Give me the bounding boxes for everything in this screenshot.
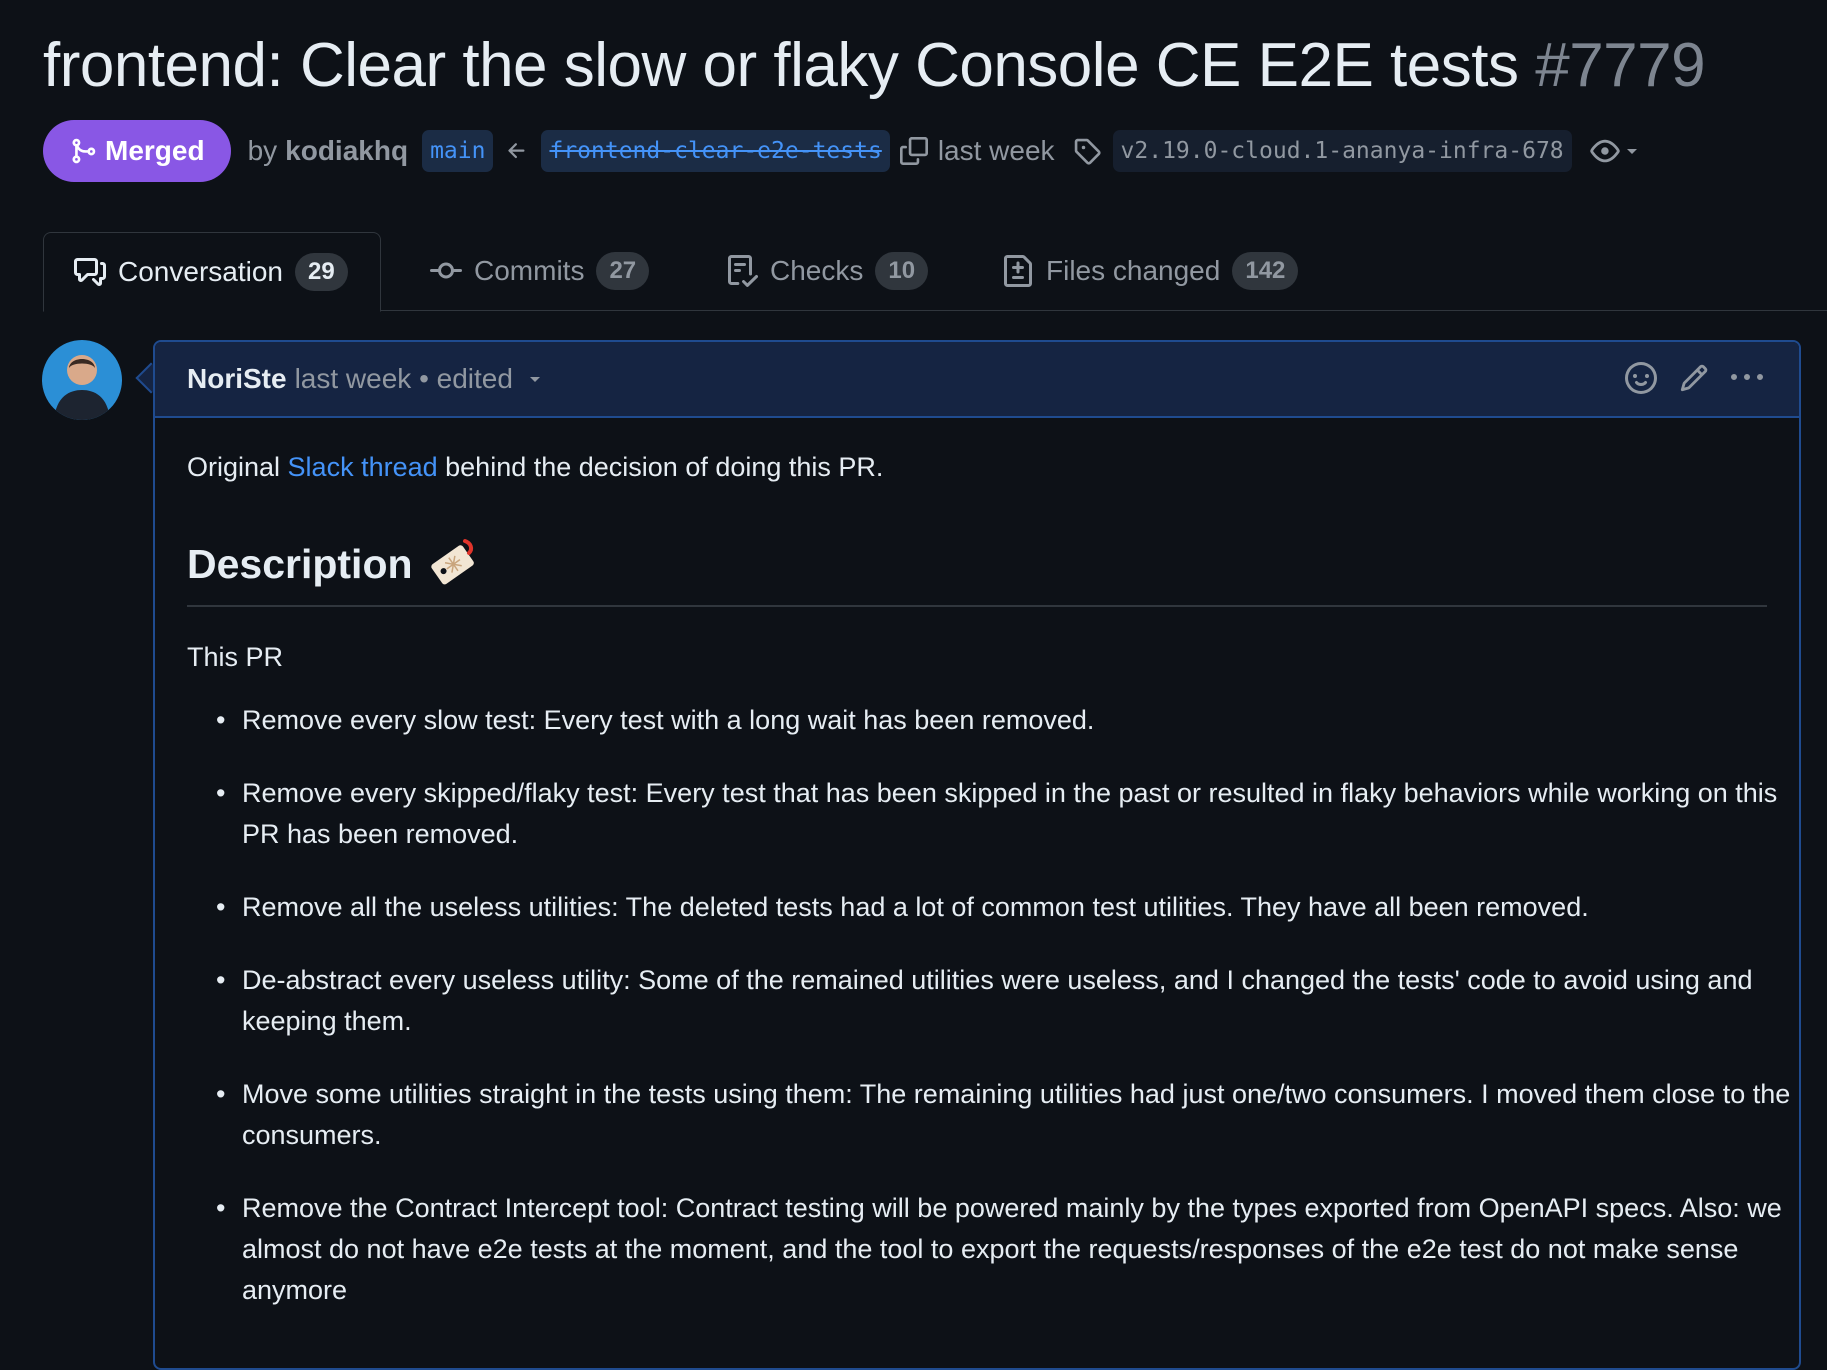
change-list: Remove every slow test: Every test with … xyxy=(187,700,1802,1343)
comment-author[interactable]: NoriSte xyxy=(187,363,287,395)
release-tag[interactable]: v2.19.0-cloud.1-ananya-infra-678 xyxy=(1112,130,1572,172)
tab-label: Conversation xyxy=(118,256,283,287)
tab-commits[interactable]: Commits 27 xyxy=(430,232,650,310)
kebab-horizontal-icon[interactable] xyxy=(1731,362,1763,401)
tab-files-changed[interactable]: Files changed 142 xyxy=(1002,232,1299,310)
slack-thread-link[interactable]: Slack thread xyxy=(288,452,438,482)
merged-label: Merged xyxy=(105,135,205,166)
list-item: De-abstract every useless utility: Some … xyxy=(216,960,1802,1042)
tab-label: Checks xyxy=(770,255,864,286)
list-item: Remove the Contract Intercept tool: Cont… xyxy=(216,1188,1802,1311)
eye-icon[interactable] xyxy=(1589,136,1620,166)
tab-label: Commits xyxy=(474,255,585,286)
heading-text: Description xyxy=(187,540,413,587)
intro-paragraph: Original Slack thread behind the decisio… xyxy=(187,452,883,483)
lead-text: This PR xyxy=(187,642,284,672)
comment-discussion-icon xyxy=(74,258,106,286)
tab-counter: 10 xyxy=(875,252,929,290)
checklist-icon xyxy=(728,255,758,287)
author-link[interactable]: kodiakhq xyxy=(285,135,408,167)
tab-counter: 27 xyxy=(596,252,650,290)
list-item: Remove every skipped/flaky test: Every t… xyxy=(216,773,1802,855)
avatar[interactable] xyxy=(42,340,122,420)
file-diff-icon xyxy=(1004,255,1032,287)
tab-checks[interactable]: Checks 10 xyxy=(726,232,929,310)
comment-box: NoriSte last week • edited Original Slac… xyxy=(153,340,1801,1370)
pr-meta-row: Merged by kodiakhq main frontend-clear-e… xyxy=(43,120,1640,182)
list-item: Remove all the useless utilities: The de… xyxy=(216,887,1802,928)
git-merge-icon xyxy=(72,138,96,164)
git-commit-icon xyxy=(430,262,462,279)
by-label: by xyxy=(247,135,278,166)
copy-icon[interactable] xyxy=(899,137,928,165)
intro-text: Original xyxy=(187,452,288,482)
base-branch[interactable]: main xyxy=(422,130,494,172)
tab-counter: 29 xyxy=(294,253,348,291)
chevron-down-icon[interactable] xyxy=(527,371,543,387)
pencil-icon[interactable] xyxy=(1679,363,1709,400)
intro-text-end: behind the decision of doing this PR. xyxy=(437,452,884,482)
pr-title-text: frontend: Clear the slow or flaky Consol… xyxy=(43,31,1519,100)
head-branch[interactable]: frontend-clear-e2e-tests xyxy=(541,130,890,172)
arrow-left-icon xyxy=(505,139,529,163)
description-heading: Description xyxy=(187,537,479,591)
pr-number: #7779 xyxy=(1535,31,1706,100)
tab-counter: 142 xyxy=(1232,252,1299,290)
chevron-down-icon[interactable] xyxy=(1624,143,1640,159)
comment-header: NoriSte last week • edited xyxy=(155,342,1799,418)
comment-meta[interactable]: last week • edited xyxy=(295,363,513,395)
heading-divider xyxy=(187,605,1767,607)
list-item: Remove every slow test: Every test with … xyxy=(216,700,1802,741)
tab-label: Files changed xyxy=(1046,255,1221,286)
smiley-icon[interactable] xyxy=(1625,362,1657,401)
label-tag-emoji-icon xyxy=(430,539,474,585)
merged-status-badge: Merged xyxy=(43,120,231,182)
comment-actions xyxy=(1625,362,1763,401)
pr-title: frontend: Clear the slow or flaky Consol… xyxy=(43,28,1706,104)
tag-icon xyxy=(1073,137,1101,165)
pr-tabs: Conversation 29 Commits 27 Checks 10 Fil… xyxy=(43,232,1827,312)
tab-conversation[interactable]: Conversation 29 xyxy=(43,232,381,312)
merged-time: last week xyxy=(937,135,1055,166)
list-item: Move some utilities straight in the test… xyxy=(216,1074,1802,1156)
